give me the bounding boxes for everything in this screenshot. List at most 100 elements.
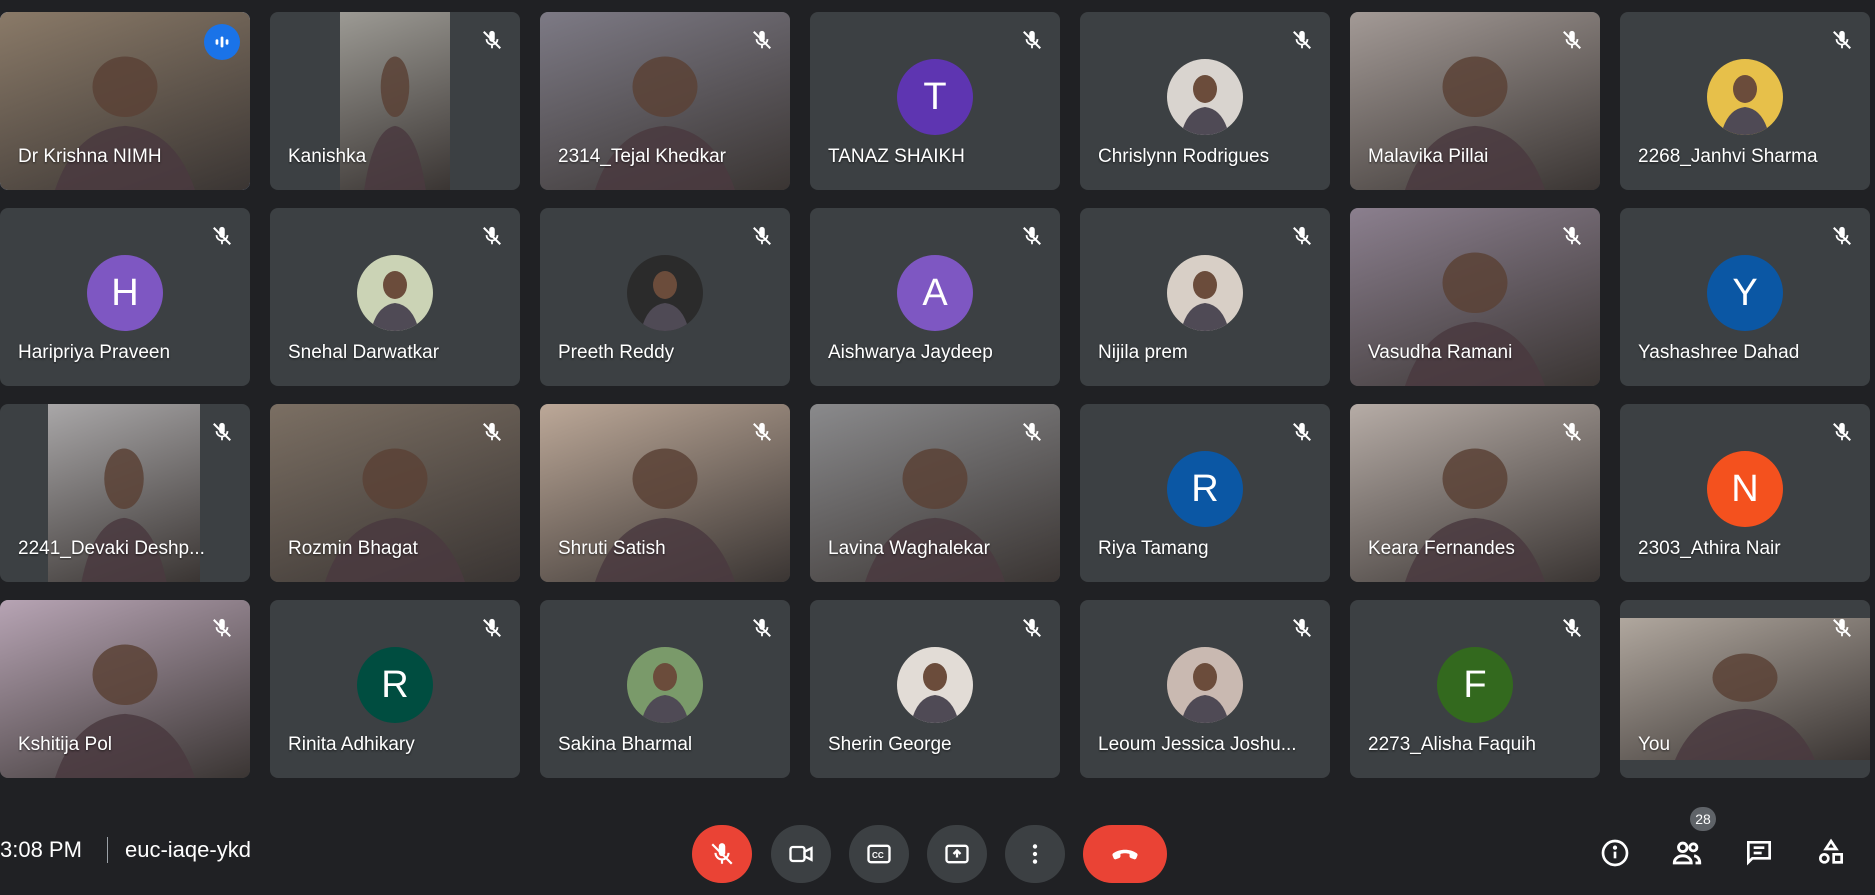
participant-tile[interactable]: Vasudha Ramani — [1350, 208, 1600, 386]
participant-tile[interactable]: Shruti Satish — [540, 404, 790, 582]
participant-tile[interactable]: Preeth Reddy — [540, 208, 790, 386]
avatar-initial: N — [1707, 451, 1783, 527]
present-icon — [945, 844, 969, 864]
participant-tile[interactable]: Sakina Bharmal — [540, 600, 790, 778]
participant-tile[interactable]: 2241_Devaki Deshp... — [0, 404, 250, 582]
people-button[interactable] — [1669, 835, 1705, 871]
participant-name: Leoum Jessica Joshu... — [1098, 734, 1297, 755]
bottom-control-bar: 3:08 PM euc-iaqe-ykd CC 28 — [0, 795, 1875, 895]
participant-tile[interactable]: Nijila prem — [1080, 208, 1330, 386]
mic-off-icon — [1288, 222, 1316, 250]
mic-off-icon — [208, 614, 236, 642]
mic-off-icon — [711, 843, 733, 865]
participant-name: Kshitija Pol — [18, 734, 112, 755]
participant-name: 2303_Athira Nair — [1638, 538, 1781, 559]
mic-off-icon — [1018, 418, 1046, 446]
avatar-initial: H — [87, 255, 163, 331]
avatar-photo — [627, 255, 703, 331]
participant-tile[interactable]: Y Yashashree Dahad — [1620, 208, 1870, 386]
participant-name: Sakina Bharmal — [558, 734, 693, 755]
participant-tile[interactable]: R Riya Tamang — [1080, 404, 1330, 582]
participant-tile[interactable]: Leoum Jessica Joshu... — [1080, 600, 1330, 778]
mic-off-icon — [1558, 614, 1586, 642]
activities-button[interactable] — [1813, 835, 1849, 871]
mic-off-icon — [748, 222, 776, 250]
avatar-initial: F — [1437, 647, 1513, 723]
mic-off-icon — [1558, 222, 1586, 250]
participant-name: Chrislynn Rodrigues — [1098, 146, 1270, 167]
avatar-initial: A — [897, 255, 973, 331]
participant-tile[interactable]: 2314_Tejal Khedkar — [540, 12, 790, 190]
participant-tile[interactable]: Snehal Darwatkar — [270, 208, 520, 386]
participant-name: Lavina Waghalekar — [828, 538, 990, 559]
toggle-mic-button[interactable] — [692, 825, 752, 883]
participant-tile[interactable]: Lavina Waghalekar — [810, 404, 1060, 582]
participant-name: Dr Krishna NIMH — [18, 146, 162, 167]
toggle-camera-button[interactable] — [771, 825, 831, 883]
participant-tile[interactable]: Keara Fernandes — [1350, 404, 1600, 582]
participant-tile[interactable]: Sherin George — [810, 600, 1060, 778]
participant-name: Kanishka — [288, 146, 367, 167]
meeting-time: 3:08 PM — [0, 837, 82, 862]
mic-off-icon — [1288, 418, 1316, 446]
mic-off-icon — [1288, 614, 1316, 642]
avatar-initial: R — [357, 647, 433, 723]
mic-off-icon — [478, 26, 506, 54]
participant-tile[interactable]: Kshitija Pol — [0, 600, 250, 778]
mic-off-icon — [1558, 418, 1586, 446]
participant-name: 2314_Tejal Khedkar — [558, 146, 726, 167]
participant-tile[interactable]: H Haripriya Praveen — [0, 208, 250, 386]
participant-name: Snehal Darwatkar — [288, 342, 440, 363]
participant-name: Rozmin Bhagat — [288, 538, 418, 559]
more-options-button[interactable] — [1005, 825, 1065, 883]
more-vert-icon — [1032, 844, 1038, 864]
mic-off-icon — [208, 418, 236, 446]
mic-off-icon — [1828, 222, 1856, 250]
participant-tile[interactable]: Kanishka — [270, 12, 520, 190]
participant-name: TANAZ SHAIKH — [828, 146, 965, 167]
captions-button[interactable]: CC — [849, 825, 909, 883]
participant-tile[interactable]: 2268_Janhvi Sharma — [1620, 12, 1870, 190]
participant-tile[interactable]: F 2273_Alisha Faquih — [1350, 600, 1600, 778]
mic-off-icon — [478, 418, 506, 446]
participant-name: 2273_Alisha Faquih — [1368, 734, 1536, 755]
avatar-photo — [627, 647, 703, 723]
activities-icon — [1819, 838, 1843, 864]
participant-tile[interactable]: R Rinita Adhikary — [270, 600, 520, 778]
participant-tile[interactable]: N 2303_Athira Nair — [1620, 404, 1870, 582]
mic-off-icon — [1558, 26, 1586, 54]
mic-off-icon — [478, 222, 506, 250]
avatar-photo — [897, 647, 973, 723]
avatar-photo — [1167, 255, 1243, 331]
participant-tile[interactable]: Chrislynn Rodrigues — [1080, 12, 1330, 190]
participant-name: Nijila prem — [1098, 342, 1188, 363]
speaking-indicator-icon — [204, 24, 240, 60]
participant-tile[interactable]: T TANAZ SHAIKH — [810, 12, 1060, 190]
mic-off-icon — [1828, 418, 1856, 446]
participant-tile[interactable]: Rozmin Bhagat — [270, 404, 520, 582]
mic-off-icon — [1018, 614, 1046, 642]
meeting-code: euc-iaqe-ykd — [125, 837, 251, 862]
participant-tile[interactable]: Malavika Pillai — [1350, 12, 1600, 190]
avatar-photo — [1167, 647, 1243, 723]
avatar-initial: Y — [1707, 255, 1783, 331]
chat-icon — [1747, 841, 1771, 866]
participant-name: Vasudha Ramani — [1368, 342, 1513, 363]
participant-name: Riya Tamang — [1098, 538, 1209, 559]
info-icon — [1601, 839, 1629, 867]
avatar-photo — [1167, 59, 1243, 135]
present-screen-button[interactable] — [927, 825, 987, 883]
mic-off-icon — [1828, 26, 1856, 54]
participant-name: Keara Fernandes — [1368, 538, 1515, 559]
meeting-details-button[interactable] — [1597, 835, 1633, 871]
participant-tile[interactable]: You — [1620, 600, 1870, 778]
participant-tile[interactable]: Dr Krishna NIMH — [0, 12, 250, 190]
participant-name: Aishwarya Jaydeep — [828, 342, 993, 363]
participant-name: Yashashree Dahad — [1638, 342, 1800, 363]
participant-tile[interactable]: A Aishwarya Jaydeep — [810, 208, 1060, 386]
camera-icon — [789, 845, 813, 863]
svg-text:CC: CC — [872, 851, 884, 860]
participant-name: Preeth Reddy — [558, 342, 675, 363]
end-call-button[interactable] — [1083, 825, 1167, 883]
chat-button[interactable] — [1741, 835, 1777, 871]
